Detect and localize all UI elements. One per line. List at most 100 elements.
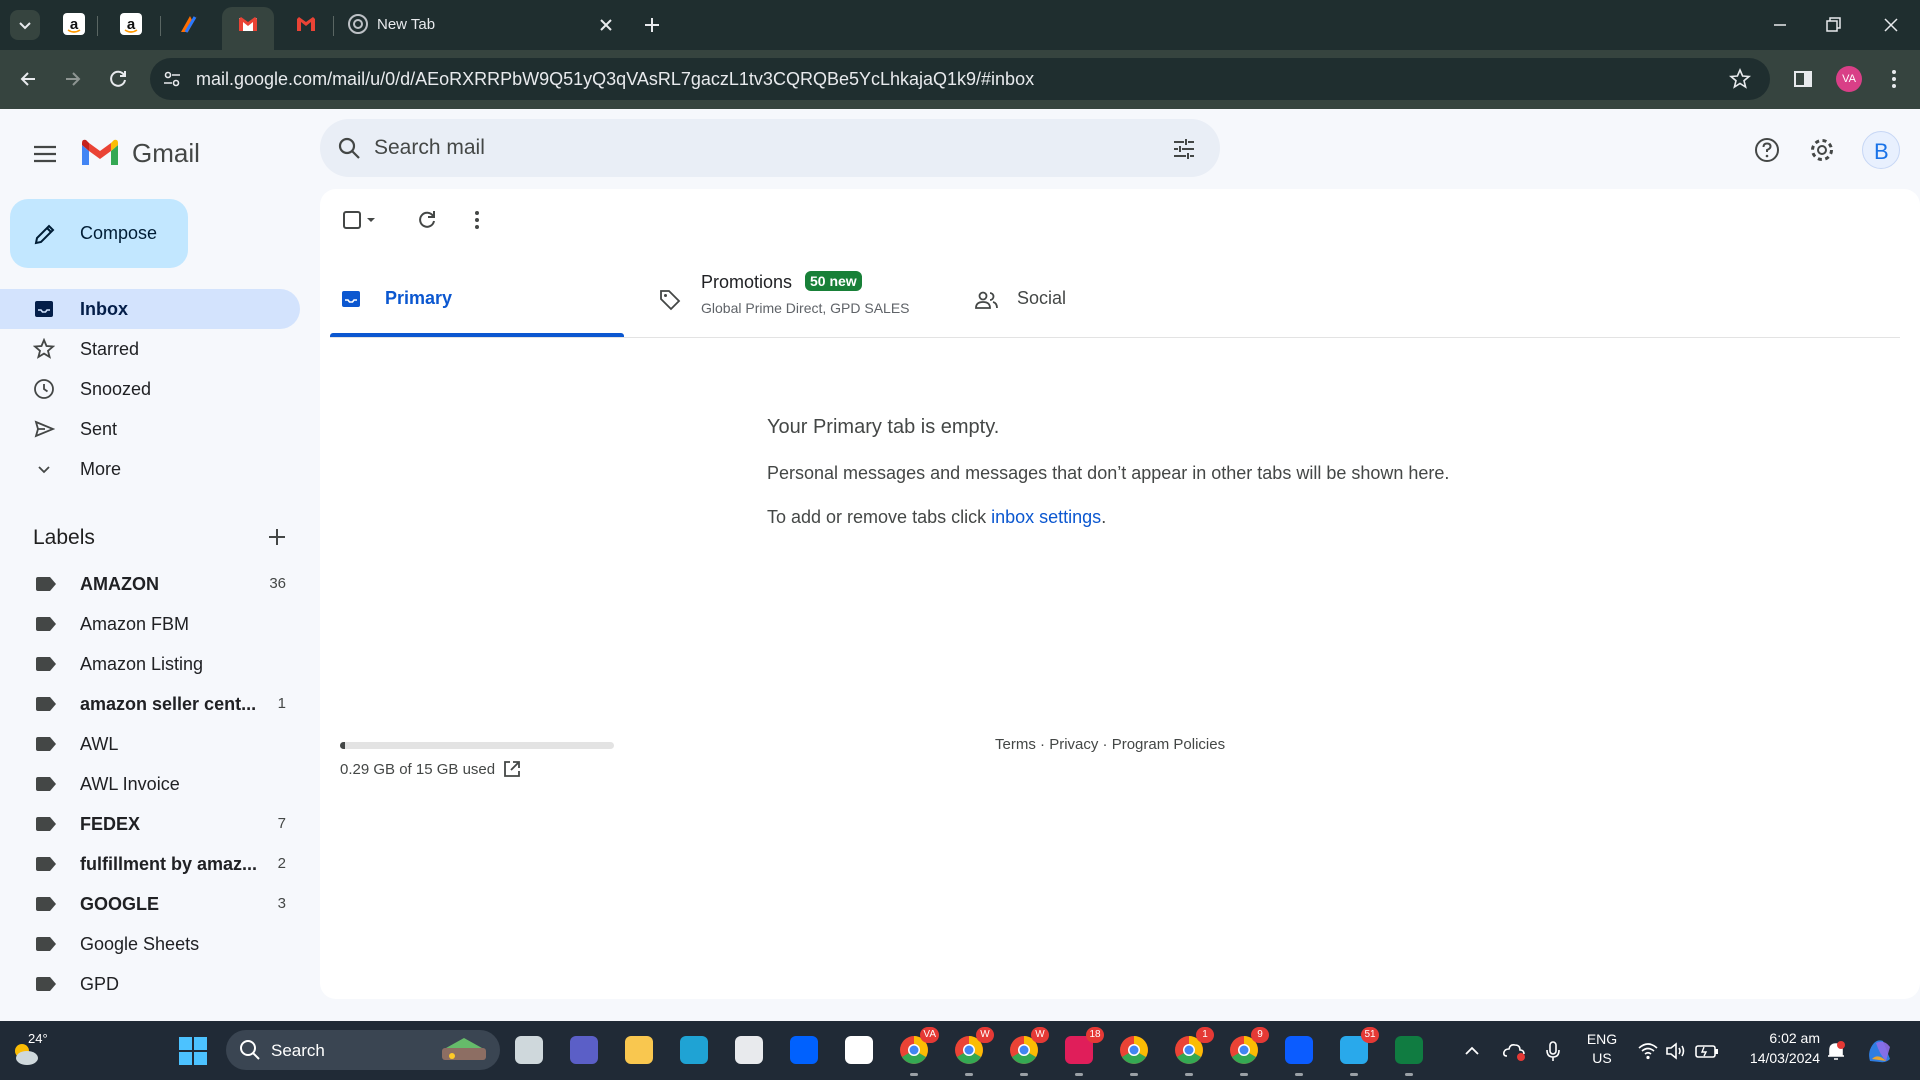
main-menu-button[interactable] bbox=[28, 137, 62, 171]
refresh-button[interactable] bbox=[414, 207, 440, 233]
language-indicator[interactable]: ENG US bbox=[1582, 1031, 1622, 1071]
taskbar-app-slack[interactable]: 18 bbox=[1060, 1027, 1104, 1076]
taskbar-app-task-view[interactable] bbox=[510, 1031, 548, 1069]
clock[interactable]: 6:02 am 14/03/2024 bbox=[1730, 1030, 1820, 1072]
gmail-icon bbox=[239, 17, 257, 31]
close-window-button[interactable] bbox=[1876, 10, 1906, 40]
taskbar-app-store[interactable] bbox=[730, 1031, 768, 1069]
create-label-button[interactable] bbox=[264, 524, 290, 550]
account-avatar[interactable]: B bbox=[1862, 131, 1900, 169]
taskbar-app-chrome[interactable]: 1 bbox=[1170, 1027, 1214, 1076]
browser-tab-gmail[interactable] bbox=[295, 13, 317, 35]
taskbar-app-chrome[interactable] bbox=[1115, 1031, 1153, 1076]
label-item[interactable]: AWL bbox=[0, 724, 300, 764]
bookmark-button[interactable] bbox=[1728, 67, 1752, 91]
taskbar-app-chrome[interactable]: VA bbox=[895, 1027, 939, 1076]
search-input[interactable] bbox=[374, 119, 1134, 177]
weather-temp: 24° bbox=[28, 1031, 48, 1046]
restore-button[interactable] bbox=[1818, 10, 1848, 40]
tab-promotions[interactable]: Promotions 50 new Global Prime Direct, G… bbox=[650, 263, 950, 337]
search-options-button[interactable] bbox=[1170, 135, 1198, 163]
label-item[interactable]: GPD bbox=[0, 964, 300, 1004]
nav-item-more[interactable]: More bbox=[0, 449, 300, 489]
label-item[interactable]: FEDEX 7 bbox=[0, 804, 300, 844]
taskbar-app-telegram[interactable]: 51 bbox=[1335, 1027, 1379, 1076]
label-name: AWL Invoice bbox=[80, 774, 180, 794]
nav-item-label: Sent bbox=[80, 419, 118, 439]
profile-avatar[interactable]: VA bbox=[1836, 66, 1862, 92]
settings-button[interactable] bbox=[1807, 135, 1837, 165]
back-button[interactable] bbox=[14, 65, 42, 93]
taskbar-app-excel[interactable] bbox=[1390, 1031, 1428, 1076]
more-actions-button[interactable] bbox=[464, 207, 490, 233]
browser-tab-amazon-1[interactable]: a bbox=[63, 13, 85, 35]
nav-item-label: More bbox=[80, 459, 122, 479]
nav-item-inbox[interactable]: Inbox bbox=[0, 289, 300, 329]
taskbar-app-zoom[interactable] bbox=[1280, 1031, 1318, 1076]
browser-tab-gmail-active[interactable] bbox=[222, 7, 274, 50]
tab-search-button[interactable] bbox=[10, 10, 40, 40]
label-item[interactable]: AMAZON 36 bbox=[0, 564, 300, 604]
address-bar[interactable]: mail.google.com/mail/u/0/d/AEoRXRRPbW9Q5… bbox=[150, 58, 1770, 100]
inbox-settings-link[interactable]: inbox settings bbox=[991, 507, 1101, 527]
wifi-status[interactable] bbox=[1636, 1039, 1660, 1063]
select-all-checkbox[interactable] bbox=[340, 207, 386, 233]
promotions-new-badge: 50 new bbox=[805, 271, 862, 291]
search-button[interactable] bbox=[336, 135, 362, 161]
close-tab-button[interactable] bbox=[594, 13, 618, 37]
terms-link[interactable]: Terms bbox=[995, 736, 1036, 753]
taskbar-app-chrome[interactable]: 9 bbox=[1225, 1027, 1269, 1076]
minimize-button[interactable] bbox=[1765, 10, 1795, 40]
copilot-button[interactable] bbox=[1864, 1035, 1896, 1067]
taskbar-app-edge[interactable] bbox=[675, 1031, 713, 1069]
label-item[interactable]: AWL Invoice bbox=[0, 764, 300, 804]
microphone-status[interactable] bbox=[1542, 1039, 1564, 1063]
gmail-logo[interactable]: Gmail bbox=[80, 133, 230, 173]
browser-tab-newtab[interactable] bbox=[347, 13, 369, 35]
nav-item-starred[interactable]: Starred bbox=[0, 329, 300, 369]
tray-overflow-button[interactable] bbox=[1460, 1039, 1484, 1063]
privacy-link[interactable]: Privacy bbox=[1049, 736, 1098, 753]
side-panel-button[interactable] bbox=[1789, 65, 1817, 93]
forward-button[interactable] bbox=[59, 65, 87, 93]
start-button[interactable] bbox=[177, 1035, 209, 1067]
taskbar-app-file-explorer[interactable] bbox=[620, 1031, 658, 1069]
label-item[interactable]: amazon seller cent... 1 bbox=[0, 684, 300, 724]
url-text[interactable]: mail.google.com/mail/u/0/d/AEoRXRRPbW9Q5… bbox=[196, 69, 1034, 90]
dropbox-icon bbox=[790, 1036, 818, 1064]
search-bar[interactable] bbox=[320, 119, 1220, 177]
notifications-button[interactable] bbox=[1824, 1039, 1848, 1063]
manage-storage-link[interactable] bbox=[501, 758, 523, 780]
label-item[interactable]: Google Sheets bbox=[0, 924, 300, 964]
taskbar-app-dropbox[interactable] bbox=[785, 1031, 823, 1069]
battery-status[interactable] bbox=[1694, 1039, 1720, 1063]
support-button[interactable] bbox=[1752, 135, 1782, 165]
compose-button[interactable]: Compose bbox=[10, 199, 188, 268]
taskbar-app-chrome[interactable]: W bbox=[950, 1027, 994, 1076]
onedrive-status[interactable] bbox=[1502, 1039, 1528, 1063]
site-info-button[interactable] bbox=[160, 67, 184, 91]
tab-social[interactable]: Social bbox=[970, 263, 1270, 337]
label-item[interactable]: GOOGLE 3 bbox=[0, 884, 300, 924]
reload-button[interactable] bbox=[104, 65, 132, 93]
taskbar-search[interactable]: Search bbox=[226, 1030, 500, 1070]
label-item[interactable]: Amazon Listing bbox=[0, 644, 300, 684]
weather-widget[interactable]: 24° bbox=[10, 1031, 60, 1071]
program-policies-link[interactable]: Program Policies bbox=[1112, 736, 1225, 753]
taskbar-app-chrome[interactable]: W bbox=[1005, 1027, 1049, 1076]
clock-date: 14/03/2024 bbox=[1749, 1050, 1820, 1066]
browser-tab-zapier[interactable] bbox=[178, 13, 200, 35]
more-vert-icon bbox=[1892, 70, 1896, 88]
browser-tab-amazon-2[interactable]: a bbox=[120, 13, 142, 35]
browser-menu-button[interactable] bbox=[1882, 65, 1906, 93]
people-icon bbox=[975, 291, 998, 309]
tab-primary[interactable]: Primary bbox=[330, 263, 624, 337]
volume-status[interactable] bbox=[1664, 1039, 1688, 1063]
label-item[interactable]: Amazon FBM bbox=[0, 604, 300, 644]
taskbar-app-amazon[interactable] bbox=[840, 1031, 878, 1069]
taskbar-app-teams[interactable] bbox=[565, 1031, 603, 1069]
new-tab-button[interactable] bbox=[640, 13, 664, 37]
nav-item-sent[interactable]: Sent bbox=[0, 409, 300, 449]
nav-item-snoozed[interactable]: Snoozed bbox=[0, 369, 300, 409]
label-item[interactable]: fulfillment by amaz... 2 bbox=[0, 844, 300, 884]
